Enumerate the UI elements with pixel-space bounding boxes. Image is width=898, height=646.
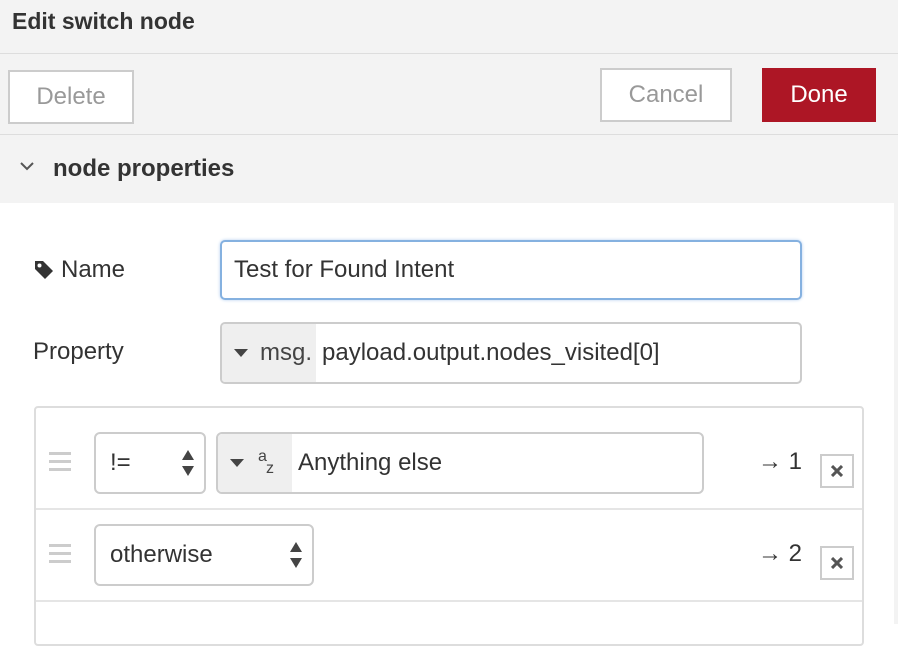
rule-value-input[interactable]: az Anything else: [216, 432, 704, 494]
rule-row: != az Anything else → 1: [36, 418, 862, 510]
output-label: → 1: [758, 448, 803, 475]
string-az-icon: az: [258, 448, 274, 477]
delete-button[interactable]: Delete: [8, 70, 134, 124]
name-input-value: Test for Found Intent: [234, 256, 455, 283]
dialog-toolbar: Delete Cancel Done: [0, 54, 898, 135]
output-label: → 2: [758, 540, 803, 567]
select-arrows-icon: [182, 450, 194, 476]
name-label: Name: [33, 256, 125, 284]
done-button[interactable]: Done: [762, 68, 876, 122]
value-type-selector[interactable]: az: [218, 434, 292, 492]
close-icon: [831, 557, 843, 569]
operator-value: otherwise: [110, 541, 213, 568]
dialog-title: Edit switch node: [12, 8, 195, 34]
tag-icon: [35, 261, 53, 279]
rule-value: Anything else: [298, 449, 443, 476]
dialog-header: Edit switch node: [0, 0, 898, 54]
drag-handle-icon[interactable]: [49, 544, 71, 564]
name-input[interactable]: Test for Found Intent: [220, 240, 802, 300]
caret-down-icon: [234, 349, 248, 357]
rules-list: != az Anything else → 1 otherwise → 2: [34, 406, 864, 646]
operator-value: !=: [110, 449, 131, 476]
property-type-label: msg.: [260, 339, 313, 366]
chevron-down-icon: [20, 162, 34, 171]
property-value: payload.output.nodes_visited[0]: [322, 339, 660, 366]
section-label: node properties: [53, 155, 235, 182]
remove-rule-button[interactable]: [820, 454, 854, 488]
property-input[interactable]: msg. payload.output.nodes_visited[0]: [220, 322, 802, 384]
property-type-selector[interactable]: msg.: [222, 324, 317, 382]
caret-down-icon: [230, 459, 244, 467]
operator-select[interactable]: !=: [94, 432, 206, 494]
operator-select[interactable]: otherwise: [94, 524, 314, 586]
property-label: Property: [33, 338, 124, 365]
name-label-text: Name: [61, 256, 126, 283]
select-arrows-icon: [290, 542, 302, 568]
drag-handle-icon[interactable]: [49, 452, 71, 472]
cancel-button[interactable]: Cancel: [600, 68, 732, 122]
scroll-edge: [894, 203, 898, 624]
close-icon: [831, 465, 843, 477]
rule-row: otherwise → 2: [36, 510, 862, 602]
remove-rule-button[interactable]: [820, 546, 854, 580]
node-properties-section-header[interactable]: node properties: [0, 135, 898, 203]
